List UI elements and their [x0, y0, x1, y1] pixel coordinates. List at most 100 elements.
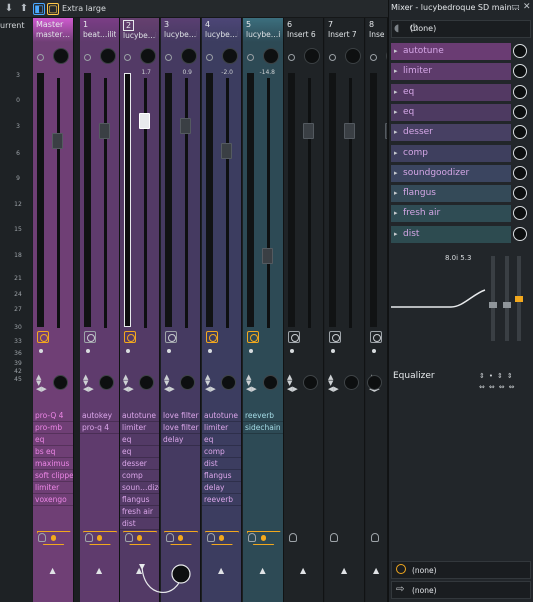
- effect-mix-knob[interactable]: [513, 125, 527, 140]
- swap-arrows-icon[interactable]: ▲▼◀▶: [328, 374, 339, 393]
- fx-slot[interactable]: eq: [120, 446, 159, 458]
- swap-arrows-icon[interactable]: ▲▼◀▶: [36, 374, 47, 393]
- mute-dot-icon[interactable]: [206, 54, 213, 61]
- strip-header[interactable]: 1beat…ilith: [80, 18, 119, 42]
- effect-slot-5[interactable]: desser: [391, 124, 511, 142]
- fader-track[interactable]: [308, 78, 311, 328]
- fx-slot[interactable]: comp: [120, 470, 159, 482]
- route-icon[interactable]: [37, 331, 49, 343]
- effect-slot-2[interactable]: limiter: [391, 63, 511, 81]
- swap-arrows-icon[interactable]: ▲▼◀▶: [123, 374, 134, 393]
- stereo-knob[interactable]: [180, 375, 195, 390]
- layout-icon[interactable]: ▢: [47, 3, 59, 15]
- power-icon[interactable]: ⏻: [410, 23, 526, 34]
- mic-icon[interactable]: [289, 533, 297, 542]
- fx-slot[interactable]: love filter: [161, 410, 200, 422]
- strip-header[interactable]: 2lucybe…ilith: [120, 18, 159, 42]
- stereo-knob[interactable]: [367, 375, 382, 390]
- effect-mix-knob[interactable]: [513, 165, 527, 180]
- pan-knob[interactable]: [181, 48, 197, 64]
- fx-slot[interactable]: reeverb: [202, 494, 241, 506]
- fx-slot[interactable]: limiter: [120, 422, 159, 434]
- stereo-knob[interactable]: [344, 375, 359, 390]
- fader-track[interactable]: [104, 78, 107, 328]
- effect-slot-6[interactable]: comp: [391, 144, 511, 162]
- output-selector-top[interactable]: (none): [391, 561, 531, 579]
- minimize-icon[interactable]: ▭: [511, 2, 520, 12]
- fx-slot[interactable]: fresh air: [120, 506, 159, 518]
- route-icon[interactable]: [206, 331, 218, 343]
- effect-mix-knob[interactable]: [513, 104, 527, 119]
- mute-dot-icon[interactable]: [84, 54, 91, 61]
- fx-slot[interactable]: limiter: [33, 482, 73, 494]
- fx-slot[interactable]: reeverb: [243, 410, 283, 422]
- mute-dot-icon[interactable]: [247, 54, 254, 61]
- effect-mix-knob[interactable]: [513, 44, 527, 58]
- effect-mix-knob[interactable]: [513, 206, 527, 221]
- effect-slot-10[interactable]: dist: [391, 225, 511, 243]
- mixer-strip-3[interactable]: 3lucybe…ilith 0.9 ▲▼◀▶ love filterlove filt…: [161, 18, 201, 602]
- fx-slot[interactable]: desser: [120, 458, 159, 470]
- fx-slot[interactable]: autokey: [80, 410, 119, 422]
- view-mode-icon[interactable]: ◧: [33, 3, 45, 15]
- fx-slot[interactable]: sidechain: [243, 422, 283, 434]
- fx-slot[interactable]: eq: [33, 434, 73, 446]
- effect-slot-9[interactable]: fresh air: [391, 205, 511, 223]
- volume-fader[interactable]: [303, 123, 314, 139]
- fader-track[interactable]: [267, 78, 270, 328]
- volume-fader[interactable]: [180, 118, 191, 134]
- route-icon[interactable]: [247, 331, 259, 343]
- mute-dot-icon[interactable]: [165, 54, 172, 61]
- volume-fader[interactable]: [221, 143, 232, 159]
- swap-arrows-icon[interactable]: ▲▼◀▶: [164, 374, 175, 393]
- caret-up-icon[interactable]: ▲: [96, 566, 102, 575]
- fx-slot[interactable]: flangus: [120, 494, 159, 506]
- mic-icon[interactable]: [330, 533, 338, 542]
- fx-slot[interactable]: maximus: [33, 458, 73, 470]
- mixer-strip-4[interactable]: 4lucybe…ilith -2.0 ▲▼◀▶ autotunelimitereqco…: [202, 18, 242, 602]
- fader-track[interactable]: [349, 78, 352, 328]
- send-dot-icon[interactable]: [167, 349, 171, 353]
- route-icon[interactable]: [370, 331, 382, 343]
- fx-slot[interactable]: delay: [161, 434, 200, 446]
- mute-dot-icon[interactable]: [124, 54, 131, 61]
- effect-slot-8[interactable]: flangus: [391, 185, 511, 203]
- mixer-strip-2[interactable]: 2lucybe…ilith1.7▲▼◀▶autotunelimitereqeqd…: [120, 18, 160, 602]
- fx-slot[interactable]: love filter: [161, 422, 200, 434]
- fx-slot[interactable]: pro-mb: [33, 422, 73, 434]
- fx-slot[interactable]: voxengo: [33, 494, 73, 506]
- stereo-knob[interactable]: [139, 375, 154, 390]
- pan-knob[interactable]: [53, 48, 69, 64]
- send-dot-icon[interactable]: [86, 349, 90, 353]
- send-dot-icon[interactable]: [372, 349, 376, 353]
- mixer-strip-5[interactable]: 5lucybe…ilith -14.8 ▲▼◀▶ reeverbsidechain ▲: [243, 18, 284, 602]
- fx-slot[interactable]: eq: [202, 434, 241, 446]
- route-icon[interactable]: [165, 331, 177, 343]
- output-selector-bottom[interactable]: ⇨ (none): [391, 581, 531, 599]
- mute-dot-icon[interactable]: [329, 54, 336, 61]
- volume-fader[interactable]: [99, 123, 110, 139]
- fx-slot[interactable]: flangus: [202, 470, 241, 482]
- strip-header[interactable]: 4lucybe…ilith: [202, 18, 241, 42]
- fx-slot[interactable]: eq: [120, 434, 159, 446]
- caret-up-icon[interactable]: ▲: [260, 566, 266, 575]
- pan-knob[interactable]: [304, 48, 320, 64]
- fx-slot[interactable]: delay: [202, 482, 241, 494]
- send-dot-icon[interactable]: [208, 349, 212, 353]
- stereo-knob[interactable]: [53, 375, 68, 390]
- master-strip[interactable]: Mastermaster…ilith ▲▼◀▶ pro-Q 4pro-mbeqbs …: [33, 18, 74, 602]
- strip-header[interactable]: 8 Inse: [366, 18, 387, 42]
- effect-slot-4[interactable]: eq: [391, 103, 511, 121]
- fx-slot[interactable]: comp: [202, 446, 241, 458]
- mixer-strip-8[interactable]: 8Inse▲▼◀▶▲: [366, 18, 388, 602]
- upload-arrow-icon[interactable]: ⬆: [18, 3, 30, 15]
- eq-graph[interactable]: 8.0i 5.3: [391, 250, 531, 350]
- close-icon[interactable]: ✕: [523, 2, 531, 12]
- volume-fader[interactable]: [262, 248, 273, 264]
- route-icon[interactable]: [288, 331, 300, 343]
- fx-slot[interactable]: bs eq: [33, 446, 73, 458]
- caret-up-icon[interactable]: ▲: [50, 566, 56, 575]
- swap-arrows-icon[interactable]: ▲▼◀▶: [205, 374, 216, 393]
- mute-dot-icon[interactable]: [370, 54, 377, 61]
- pan-knob[interactable]: [100, 48, 116, 64]
